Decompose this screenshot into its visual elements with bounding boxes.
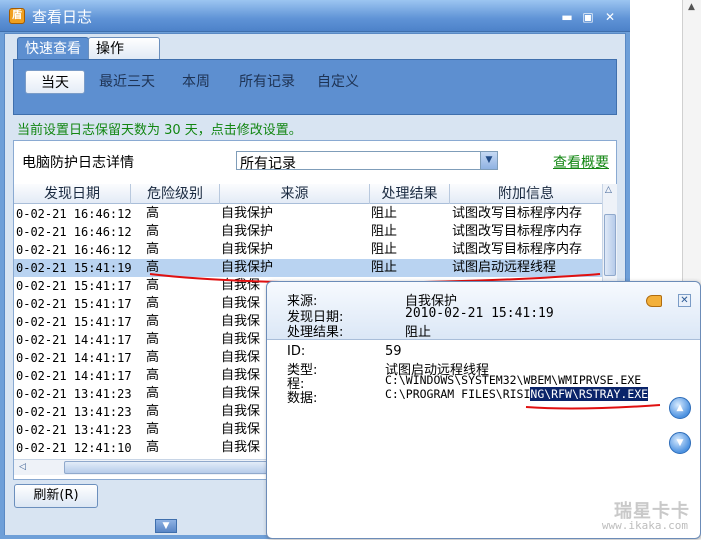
cell-date: 0-02-21 16:46:12 [16,243,132,257]
cell-result: 阻止 [371,260,398,275]
vertical-scroll-thumb[interactable] [604,214,616,276]
panel-label: 电脑防护日志详情 [22,155,134,171]
record-filter-select[interactable]: 所有记录 ▼ [236,151,498,172]
cell-level: 高 [146,260,160,275]
cell-source: 自我保 [221,422,261,437]
cell-result: 阻止 [371,206,398,221]
cell-level: 高 [146,368,160,383]
cell-date: 0-02-21 13:41:23 [16,405,132,419]
cell-level: 高 [146,242,160,257]
quick-view-panel: 当天 最近三天 本周 所有记录 自定义 [13,59,617,115]
horizontal-scroll-thumb[interactable] [64,461,274,474]
table-header: 发现日期 危险级别 来源 处理结果 附加信息 [14,184,602,204]
column-header-result[interactable]: 处理结果 [370,184,450,204]
cell-source: 自我保护 [221,260,274,275]
cell-level: 高 [146,278,160,293]
subtab-this-week[interactable]: 本周 [182,70,210,94]
cell-level: 高 [146,422,160,437]
cell-date: 0-02-21 12:41:10 [16,441,132,455]
close-icon[interactable]: ✕ [602,9,618,25]
chevron-down-icon[interactable]: ▼ [480,152,497,169]
cell-source: 自我保 [221,368,261,383]
cell-info: 试图改写目标程序内存 [452,242,583,257]
column-header-source[interactable]: 来源 [220,184,370,204]
cell-source: 自我保 [221,386,261,401]
cell-level: 高 [146,386,160,401]
cell-level: 高 [146,440,160,455]
scroll-up-icon[interactable]: ▲ [669,397,691,419]
cell-level: 高 [146,296,160,311]
scroll-left-icon[interactable]: ◁ [19,462,26,472]
cell-info: 试图改写目标程序内存 [452,224,583,239]
subtab-all-records[interactable]: 所有记录 [239,70,295,94]
refresh-button[interactable]: 刷新(R) [14,484,98,508]
cell-level: 高 [146,224,160,239]
cell-info: 试图改写目标程序内存 [452,206,583,221]
table-row[interactable]: 0-02-21 16:46:12 高 自我保护 阻止 试图改写目标程序内存 [14,205,602,223]
cell-level: 高 [146,332,160,347]
cell-source: 自我保 [221,404,261,419]
cell-source: 自我保 [221,332,261,347]
retention-notice-link[interactable]: 当前设置日志保留天数为 30 天，点击修改设置。 [17,119,302,138]
cell-level: 高 [146,206,160,221]
cell-date: 0-02-21 14:41:17 [16,333,132,347]
cell-date: 0-02-21 14:41:17 [16,369,132,383]
title-bar[interactable]: 盾 查看日志 ▬ ▣ ✕ [0,0,630,32]
view-overview-link[interactable]: 查看概要 [553,152,609,172]
cell-info: 试图启动远程线程 [452,260,557,275]
scroll-up-icon[interactable]: △ [605,185,612,195]
watermark-url: www.ikaka.com [601,519,688,532]
record-filter-value: 所有记录 [240,156,296,172]
scroll-down-icon[interactable]: ▼ [669,432,691,454]
cell-source: 自我保 [221,314,261,329]
watermark: 瑞星卡卡 www.ikaka.com [567,497,701,540]
cell-source: 自我保 [221,278,261,293]
table-row[interactable]: 0-02-21 16:46:12 高 自我保护 阻止 试图改写目标程序内存 [14,223,602,241]
cell-date: 0-02-21 16:46:12 [16,207,132,221]
cell-date: 0-02-21 13:41:23 [16,423,132,437]
column-header-level[interactable]: 危险级别 [131,184,220,204]
shield-icon: 盾 [9,8,25,24]
cell-source: 自我保护 [221,206,274,221]
cell-date: 0-02-21 15:41:19 [16,261,132,275]
cell-date: 0-02-21 15:41:17 [16,279,132,293]
cell-level: 高 [146,404,160,419]
expand-down-icon[interactable]: ▼ [155,519,177,533]
maximize-icon[interactable]: ▣ [580,9,596,25]
cell-level: 高 [146,314,160,329]
cell-source: 自我保 [221,350,261,365]
cell-source: 自我保护 [221,242,274,257]
column-header-info[interactable]: 附加信息 [450,184,602,204]
cell-date: 0-02-21 16:46:12 [16,225,132,239]
subtab-custom[interactable]: 自定义 [317,70,359,94]
tab-quick-view[interactable]: 快速查看 [17,37,89,60]
cell-result: 阻止 [371,242,398,257]
tab-operations[interactable]: 操作 [88,37,160,60]
cell-level: 高 [146,350,160,365]
cell-date: 0-02-21 13:41:23 [16,387,132,401]
column-header-date[interactable]: 发现日期 [14,184,131,204]
cell-result: 阻止 [371,224,398,239]
scroll-up-icon[interactable]: ▲ [688,2,695,12]
cell-date: 0-02-21 15:41:17 [16,315,132,329]
subtab-last-three-days[interactable]: 最近三天 [99,70,155,94]
cell-source: 自我保 [221,440,261,455]
table-row[interactable]: 0-02-21 16:46:12 高 自我保护 阻止 试图改写目标程序内存 [14,241,602,259]
table-row[interactable]: 0-02-21 15:41:19 高 自我保护 阻止 试图启动远程线程 [14,259,602,277]
log-detail-popup: 来源: 自我保护 发现日期: 2010-02-21 15:41:19 处理结果:… [266,281,701,539]
cell-source: 自我保 [221,296,261,311]
cell-date: 0-02-21 14:41:17 [16,351,132,365]
cell-date: 0-02-21 15:41:17 [16,297,132,311]
minimize-icon[interactable]: ▬ [559,9,575,25]
cell-source: 自我保护 [221,224,274,239]
subtab-today[interactable]: 当天 [25,70,85,94]
window-title: 查看日志 [32,8,93,26]
